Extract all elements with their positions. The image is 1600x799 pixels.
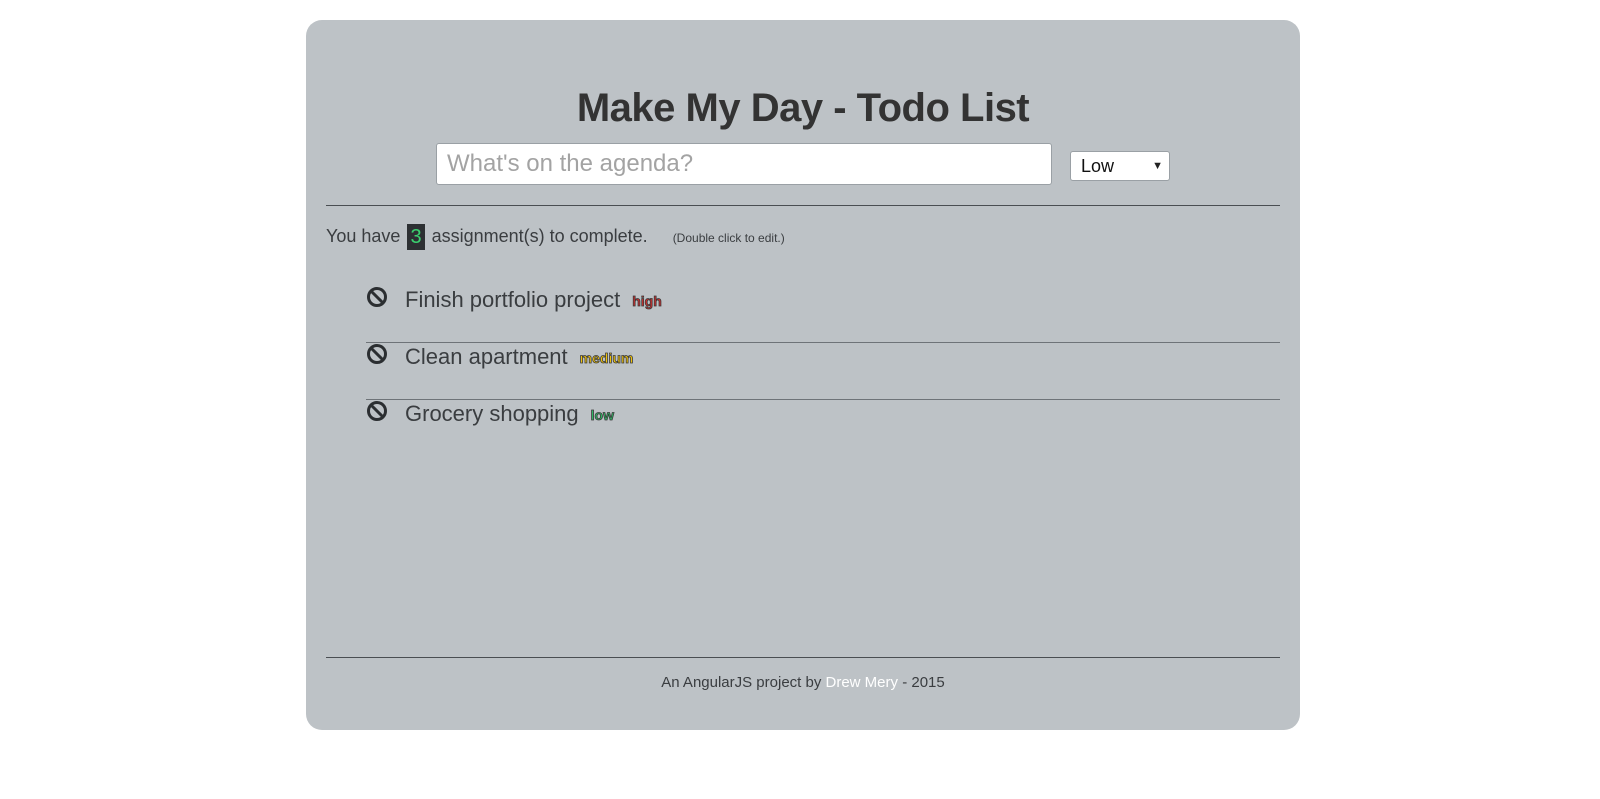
task-summary: You have 3 assignment(s) to complete. (D…: [326, 224, 785, 250]
footer-prefix: An AngularJS project by: [661, 674, 822, 691]
new-todo-input[interactable]: [436, 143, 1052, 185]
divider-bottom: [326, 657, 1280, 658]
todo-text[interactable]: Finish portfolio project high: [405, 286, 662, 315]
list-item[interactable]: Clean apartment medium: [366, 343, 1280, 400]
summary-suffix: assignment(s) to complete.: [431, 225, 648, 246]
list-item[interactable]: Grocery shopping low: [366, 400, 1280, 457]
ban-icon[interactable]: [366, 400, 388, 422]
footer: An AngularJS project by Drew Mery - 2015: [306, 674, 1300, 691]
author-link[interactable]: Drew Mery: [826, 674, 899, 691]
divider-top: [326, 205, 1280, 206]
priority-badge: low: [590, 407, 614, 424]
task-count-badge: 3: [407, 224, 425, 250]
todo-label: Grocery shopping: [405, 401, 579, 426]
summary-prefix: You have: [326, 225, 401, 246]
ban-icon[interactable]: [366, 286, 388, 308]
priority-badge: high: [632, 293, 662, 310]
page-title: Make My Day - Todo List: [576, 86, 1030, 130]
todo-app-card: Make My Day - Todo List Low ▼ You have 3…: [306, 20, 1300, 730]
list-item[interactable]: Finish portfolio project high: [366, 286, 1280, 343]
todo-label: Finish portfolio project: [405, 287, 621, 312]
priority-badge: medium: [579, 350, 634, 367]
priority-select-value: Low: [1081, 156, 1115, 176]
todo-text[interactable]: Grocery shopping low: [405, 400, 614, 429]
todo-label: Clean apartment: [405, 344, 568, 369]
footer-suffix: - 2015: [902, 674, 945, 691]
todo-list: Finish portfolio project high Clean apart…: [366, 286, 1280, 457]
priority-select[interactable]: Low ▼: [1070, 151, 1170, 181]
todo-text[interactable]: Clean apartment medium: [405, 343, 634, 372]
edit-hint: (Double click to edit.): [672, 230, 785, 245]
ban-icon[interactable]: [366, 343, 388, 365]
chevron-down-icon: ▼: [1152, 160, 1163, 172]
